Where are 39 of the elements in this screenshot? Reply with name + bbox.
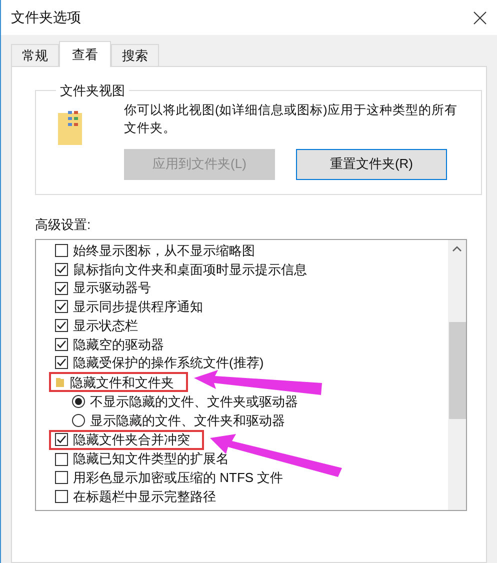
action-button[interactable]: 重置文件夹(R)	[296, 148, 447, 180]
option-label: 隐藏文件和文件夹	[70, 374, 174, 392]
option-label: 在标题栏中显示完整路径	[73, 488, 216, 506]
checkbox[interactable]	[55, 452, 68, 466]
tab[interactable]: 搜索	[111, 44, 159, 66]
tab[interactable]: 常规	[11, 44, 59, 66]
option-label: 显示同步提供程序通知	[73, 298, 203, 316]
description: 你可以将此视图(如详细信息或图标)应用于这种类型的所有文件夹。	[124, 102, 458, 136]
tab[interactable]: 查看	[59, 41, 111, 67]
checkbox[interactable]	[55, 300, 68, 314]
option-label: 隐藏空的驱动器	[73, 336, 164, 354]
option-label: 隐藏受保护的操作系统文件(推荐)	[73, 354, 264, 372]
checkbox[interactable]	[55, 471, 68, 484]
close-icon[interactable]	[473, 10, 487, 24]
scroll-thumb[interactable]	[448, 322, 466, 418]
checkbox[interactable]	[55, 319, 68, 332]
window-title: 文件夹选项	[11, 8, 81, 27]
group-title: 文件夹视图	[59, 82, 126, 100]
checkbox[interactable]	[55, 282, 68, 295]
folder-icon	[55, 376, 65, 388]
option-label: 鼠标指向文件夹和桌面项时显示提示信息	[73, 260, 307, 279]
radio-button[interactable]	[72, 414, 85, 427]
option-label: 隐藏文件夹合并冲突	[73, 430, 190, 449]
checkbox[interactable]	[55, 490, 68, 503]
checkbox[interactable]	[55, 356, 68, 370]
option-label: 显示状态栏	[73, 316, 138, 335]
checkbox[interactable]	[55, 433, 68, 446]
option-label: 显示隐藏的文件、文件夹和驱动器	[90, 412, 285, 430]
radio-button[interactable]	[72, 395, 85, 408]
checkbox[interactable]	[55, 263, 68, 276]
section-label: 高级设置:	[35, 216, 92, 234]
option-label: 显示驱动器号	[73, 279, 151, 298]
option-label: 用彩色显示加密或压缩的 NTFS 文件	[73, 468, 284, 487]
scrollbar[interactable]	[448, 240, 466, 510]
checkbox[interactable]	[55, 338, 68, 351]
option-label: 隐藏已知文件类型的扩展名	[73, 450, 229, 468]
option-label: 始终显示图标，从不显示缩略图	[73, 242, 255, 260]
checkbox[interactable]	[55, 244, 68, 258]
option-label: 不显示隐藏的文件、文件夹或驱动器	[90, 392, 298, 411]
